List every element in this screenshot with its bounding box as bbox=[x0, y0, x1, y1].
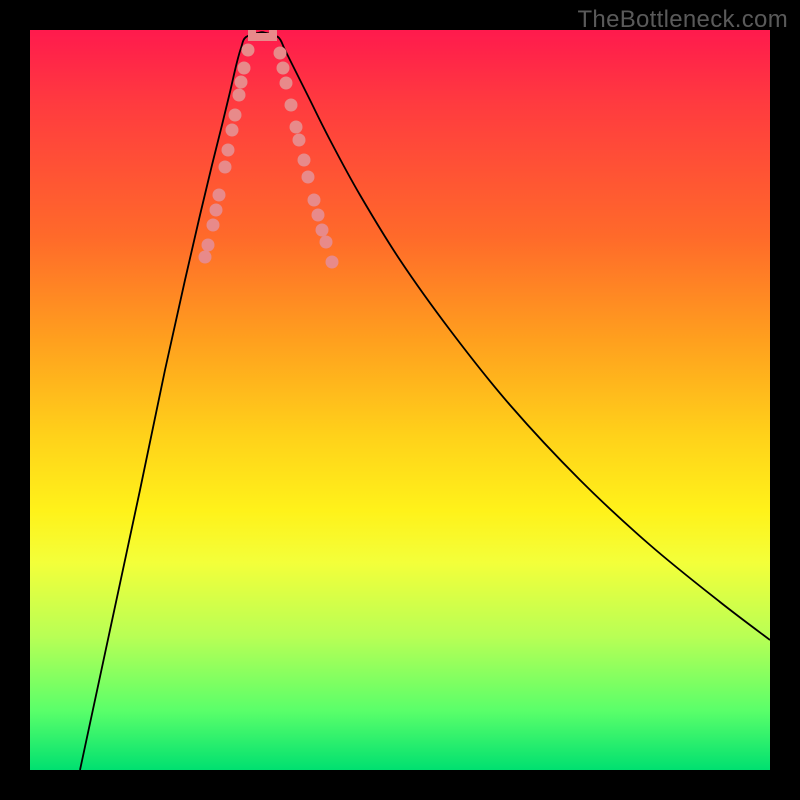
right-branch-curve bbox=[262, 32, 770, 640]
data-dot bbox=[219, 161, 232, 174]
data-dot bbox=[312, 209, 325, 222]
data-dot bbox=[316, 224, 329, 237]
plot-area bbox=[30, 30, 770, 770]
data-dot bbox=[213, 189, 226, 202]
data-dot bbox=[210, 204, 223, 217]
curve-layer bbox=[30, 30, 770, 770]
data-dot bbox=[285, 99, 298, 112]
data-dot bbox=[274, 47, 287, 60]
data-dot bbox=[242, 44, 255, 57]
data-dot bbox=[326, 256, 339, 269]
data-dot bbox=[280, 77, 293, 90]
data-dot bbox=[233, 89, 246, 102]
data-dot bbox=[222, 144, 235, 157]
data-dot bbox=[238, 62, 251, 75]
data-dot bbox=[235, 76, 248, 89]
dots-left-group bbox=[199, 44, 255, 264]
data-dot bbox=[302, 171, 315, 184]
data-dot bbox=[207, 219, 220, 232]
data-dot bbox=[229, 109, 242, 122]
left-branch-curve bbox=[80, 32, 262, 770]
data-dot bbox=[320, 236, 333, 249]
data-dot bbox=[202, 239, 215, 252]
data-dot bbox=[277, 62, 290, 75]
chart-frame: TheBottleneck.com bbox=[0, 0, 800, 800]
data-dot bbox=[290, 121, 303, 134]
data-dot bbox=[226, 124, 239, 137]
dots-right-group bbox=[274, 47, 339, 269]
data-dot bbox=[298, 154, 311, 167]
data-dot bbox=[308, 194, 321, 207]
watermark-text: TheBottleneck.com bbox=[577, 6, 788, 34]
data-dot bbox=[293, 134, 306, 147]
data-dot bbox=[199, 251, 212, 264]
